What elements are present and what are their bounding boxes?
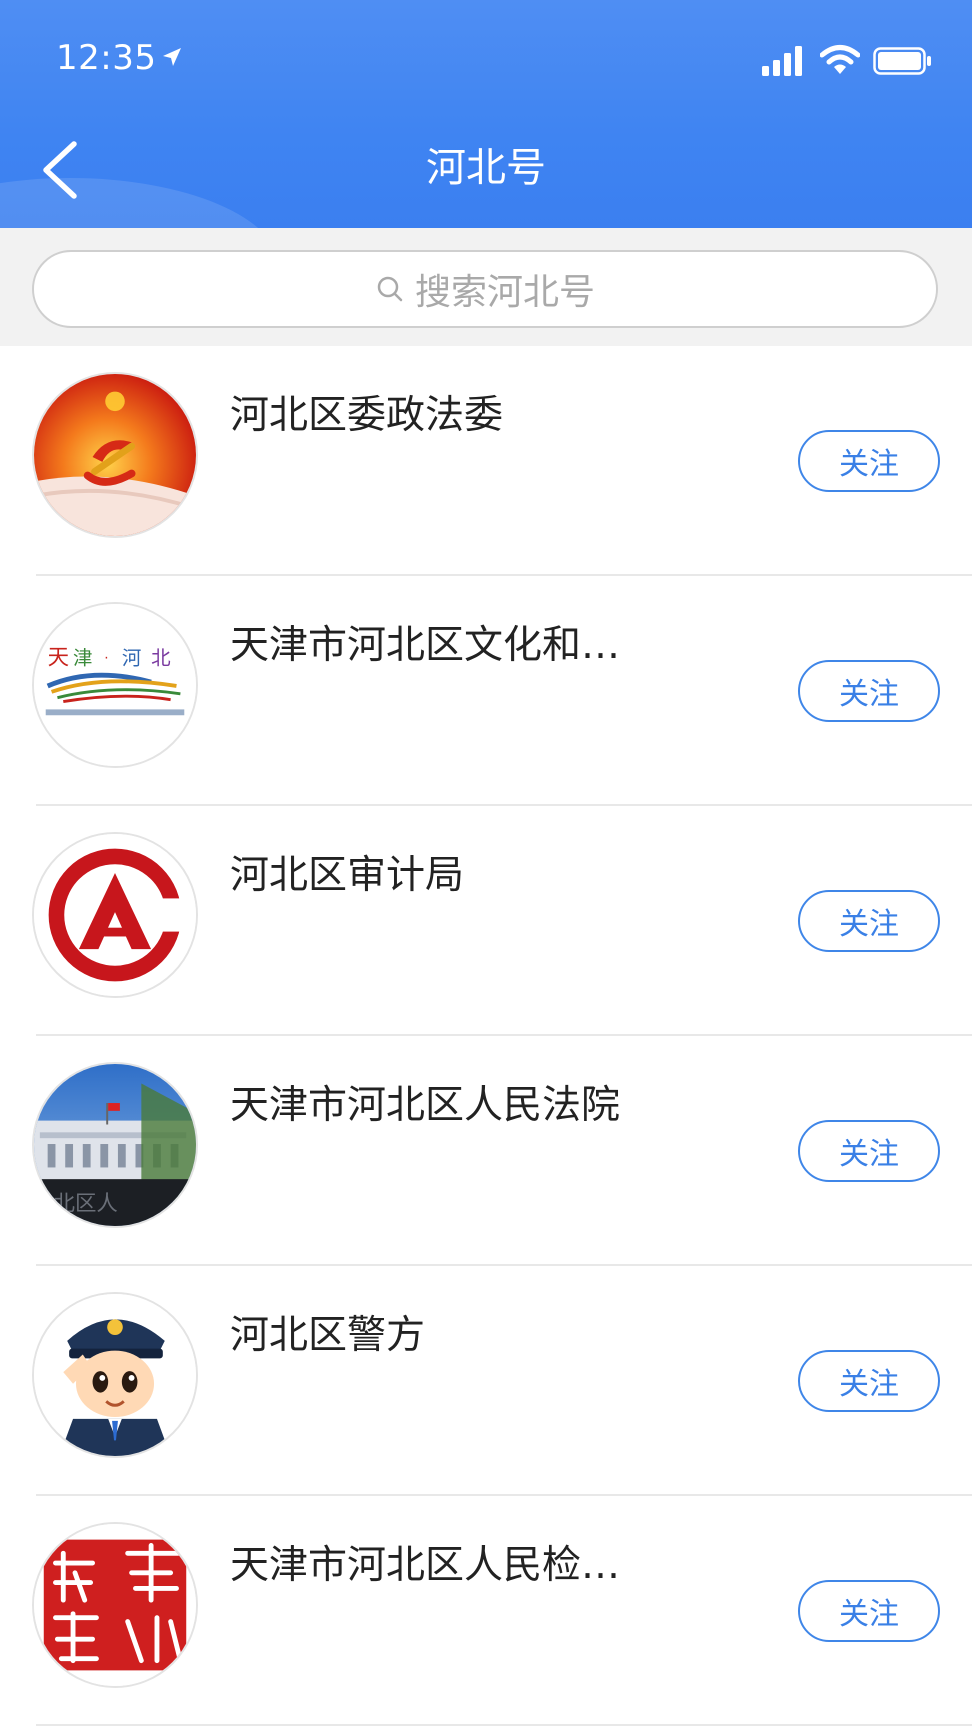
list-item[interactable]: 天 津 · 河 北 天津市河北区文化和… 关注: [0, 576, 972, 806]
status-bar: 12:35: [0, 0, 972, 110]
svg-text:北区人: 北区人: [54, 1191, 118, 1216]
list-item[interactable]: 河北区审计局 关注: [0, 806, 972, 1036]
header-bar: 12:35 河北号: [0, 0, 972, 228]
divider: [36, 1724, 972, 1726]
avatar-culture-logo: 天 津 · 河 北: [32, 602, 198, 768]
account-name: 河北区委政法委: [230, 393, 504, 438]
svg-text:天: 天: [48, 646, 69, 671]
battery-icon: [873, 47, 931, 75]
follow-button[interactable]: 关注: [798, 1120, 940, 1182]
search-area: 搜索河北号: [0, 228, 972, 346]
follow-button[interactable]: 关注: [798, 430, 940, 492]
svg-text:津: 津: [73, 647, 93, 670]
location-arrow-icon: [163, 48, 181, 66]
avatar-court-building: 北区人: [32, 1062, 198, 1228]
search-input[interactable]: 搜索河北号: [32, 250, 938, 328]
status-time: 12:35: [56, 38, 157, 78]
svg-text:·: ·: [104, 651, 108, 667]
cellular-signal-icon: [762, 46, 802, 76]
avatar-party-emblem: [32, 372, 198, 538]
page-title: 河北号: [426, 145, 546, 191]
follow-button[interactable]: 关注: [798, 660, 940, 722]
follow-button[interactable]: 关注: [798, 890, 940, 952]
account-name: 天津市河北区文化和…: [230, 623, 621, 668]
svg-text:北: 北: [151, 647, 171, 670]
list-item[interactable]: 河北区警方 关注: [0, 1266, 972, 1496]
avatar-audit-emblem: [32, 832, 198, 998]
search-content: 搜索河北号: [34, 252, 936, 326]
wifi-icon: [820, 45, 860, 74]
search-icon: [377, 276, 403, 302]
avatar-police-cartoon: [32, 1292, 198, 1458]
follow-button[interactable]: 关注: [798, 1580, 940, 1642]
account-name: 河北区警方: [230, 1313, 426, 1358]
list-item[interactable]: 天津市河北区人民检… 关注: [0, 1496, 972, 1726]
account-name: 天津市河北区人民检…: [230, 1543, 621, 1588]
account-name: 河北区审计局: [230, 853, 465, 898]
avatar-procuratorate-seal: [32, 1522, 198, 1688]
account-list: 河北区委政法委 关注 天 津 · 河 北 天津市河北区文化和… 关注 河北区审计…: [0, 346, 972, 1726]
search-placeholder: 搜索河北号: [414, 272, 595, 313]
list-item[interactable]: 北区人 天津市河北区人民法院 关注: [0, 1036, 972, 1266]
svg-text:河: 河: [122, 647, 142, 670]
list-item[interactable]: 河北区委政法委 关注: [0, 346, 972, 576]
account-name: 天津市河北区人民法院: [230, 1083, 621, 1128]
follow-button[interactable]: 关注: [798, 1350, 940, 1412]
